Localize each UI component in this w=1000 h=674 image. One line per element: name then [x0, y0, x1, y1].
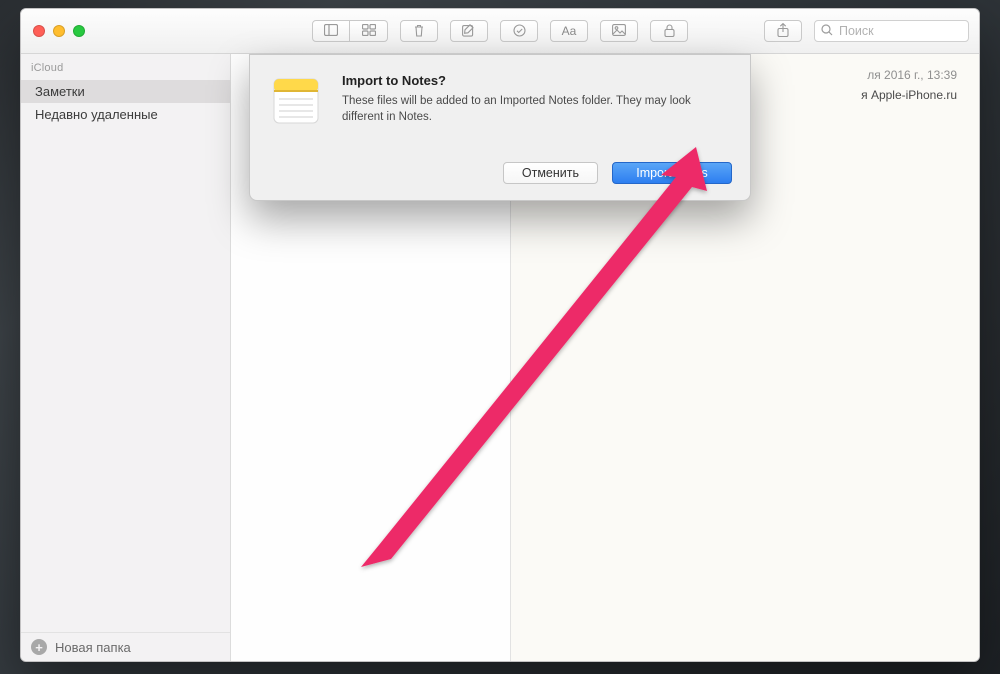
window-minimize-button[interactable] — [53, 25, 65, 37]
lock-button[interactable] — [650, 20, 688, 42]
new-note-button[interactable] — [450, 20, 488, 42]
dialog-title: Import to Notes? — [342, 73, 722, 88]
import-notes-button-label: Import Notes — [636, 166, 708, 180]
notes-app-window: Aa iCloud Заметки — [20, 8, 980, 662]
share-icon — [777, 23, 789, 39]
plus-circle-icon: + — [31, 639, 47, 655]
view-mode-group — [312, 20, 388, 42]
sidebar-item-label: Недавно удаленные — [35, 107, 158, 122]
delete-note-button[interactable] — [400, 20, 438, 42]
lock-icon — [664, 24, 675, 39]
dialog-actions: Отменить Import Notes — [268, 162, 732, 184]
cancel-button[interactable]: Отменить — [503, 162, 598, 184]
search-icon — [821, 24, 833, 39]
window-controls — [21, 25, 85, 37]
attach-button[interactable] — [600, 20, 638, 42]
photo-icon — [612, 24, 626, 38]
toolbar-right-cluster — [764, 20, 969, 42]
dialog-text: Import to Notes? These files will be add… — [342, 73, 722, 134]
sidebar-account-header: iCloud — [21, 54, 230, 80]
sidebar-item-recently-deleted[interactable]: Недавно удаленные — [21, 103, 230, 126]
window-close-button[interactable] — [33, 25, 45, 37]
folders-sidebar: iCloud Заметки Недавно удаленные + Новая… — [21, 54, 231, 661]
toolbar-center-cluster: Aa — [312, 20, 688, 42]
notes-app-icon — [268, 73, 324, 134]
grid-view-button[interactable] — [350, 20, 388, 42]
list-view-icon — [324, 24, 338, 38]
format-button[interactable]: Aa — [550, 20, 588, 42]
checklist-icon — [513, 24, 526, 39]
list-view-button[interactable] — [312, 20, 350, 42]
share-button[interactable] — [764, 20, 802, 42]
format-icon: Aa — [562, 25, 577, 37]
window-maximize-button[interactable] — [73, 25, 85, 37]
grid-view-icon — [362, 24, 376, 38]
trash-icon — [413, 24, 425, 39]
dialog-body: Import to Notes? These files will be add… — [268, 73, 732, 134]
sidebar-item-label: Заметки — [35, 84, 85, 99]
compose-icon — [462, 24, 476, 39]
new-folder-button[interactable]: + Новая папка — [21, 632, 230, 661]
import-notes-button[interactable]: Import Notes — [612, 162, 732, 184]
dialog-message: These files will be added to an Imported… — [342, 94, 722, 125]
sidebar-item-notes[interactable]: Заметки — [21, 80, 230, 103]
import-dialog: Import to Notes? These files will be add… — [249, 54, 751, 201]
window-titlebar: Aa — [21, 9, 979, 54]
search-input[interactable] — [839, 24, 962, 38]
checklist-button[interactable] — [500, 20, 538, 42]
new-folder-label: Новая папка — [55, 640, 131, 655]
cancel-button-label: Отменить — [522, 166, 579, 180]
search-field-container[interactable] — [814, 20, 969, 42]
